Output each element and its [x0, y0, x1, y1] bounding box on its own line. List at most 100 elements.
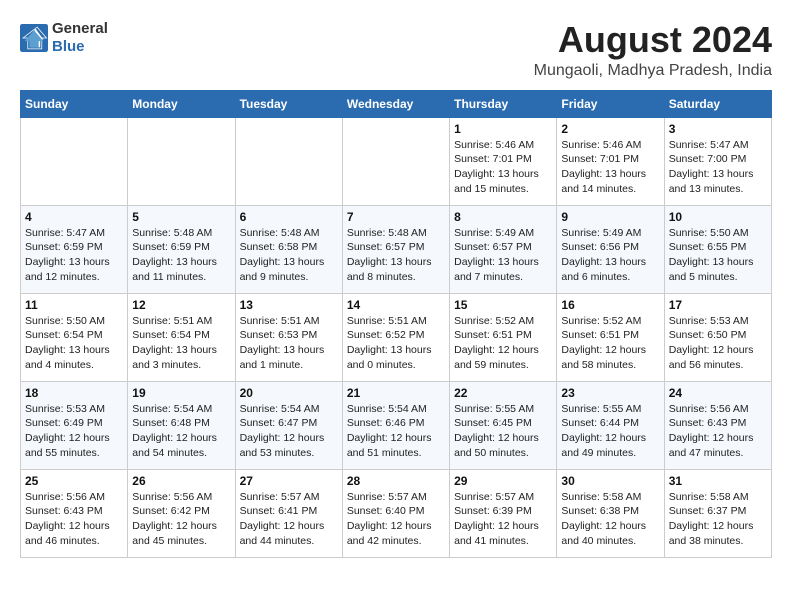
day-number: 8 — [454, 210, 552, 224]
calendar-cell: 10 Sunrise: 5:50 AM Sunset: 6:55 PM Dayli… — [664, 205, 771, 293]
day-info: Sunrise: 5:53 AM Sunset: 6:49 PM Dayligh… — [25, 402, 123, 461]
day-info: Sunrise: 5:48 AM Sunset: 6:59 PM Dayligh… — [132, 226, 230, 285]
day-number: 25 — [25, 474, 123, 488]
day-info: Sunrise: 5:49 AM Sunset: 6:56 PM Dayligh… — [561, 226, 659, 285]
calendar-cell: 6 Sunrise: 5:48 AM Sunset: 6:58 PM Daylig… — [235, 205, 342, 293]
calendar-cell: 22 Sunrise: 5:55 AM Sunset: 6:45 PM Dayli… — [450, 381, 557, 469]
day-number: 6 — [240, 210, 338, 224]
day-info: Sunrise: 5:47 AM Sunset: 7:00 PM Dayligh… — [669, 138, 767, 197]
day-number: 11 — [25, 298, 123, 312]
day-info: Sunrise: 5:51 AM Sunset: 6:54 PM Dayligh… — [132, 314, 230, 373]
day-info: Sunrise: 5:48 AM Sunset: 6:58 PM Dayligh… — [240, 226, 338, 285]
day-number: 28 — [347, 474, 445, 488]
day-number: 29 — [454, 474, 552, 488]
calendar-cell: 2 Sunrise: 5:46 AM Sunset: 7:01 PM Daylig… — [557, 117, 664, 205]
calendar-week-row: 1 Sunrise: 5:46 AM Sunset: 7:01 PM Daylig… — [21, 117, 772, 205]
calendar-cell: 1 Sunrise: 5:46 AM Sunset: 7:01 PM Daylig… — [450, 117, 557, 205]
day-info: Sunrise: 5:50 AM Sunset: 6:55 PM Dayligh… — [669, 226, 767, 285]
day-number: 10 — [669, 210, 767, 224]
day-number: 23 — [561, 386, 659, 400]
calendar-cell: 28 Sunrise: 5:57 AM Sunset: 6:40 PM Dayli… — [342, 469, 449, 557]
day-info: Sunrise: 5:57 AM Sunset: 6:39 PM Dayligh… — [454, 490, 552, 549]
calendar-cell: 16 Sunrise: 5:52 AM Sunset: 6:51 PM Dayli… — [557, 293, 664, 381]
calendar-cell: 3 Sunrise: 5:47 AM Sunset: 7:00 PM Daylig… — [664, 117, 771, 205]
calendar-cell: 18Sunrise: 5:53 AM Sunset: 6:49 PM Dayli… — [21, 381, 128, 469]
day-info: Sunrise: 5:50 AM Sunset: 6:54 PM Dayligh… — [25, 314, 123, 373]
calendar-cell: 24 Sunrise: 5:56 AM Sunset: 6:43 PM Dayli… — [664, 381, 771, 469]
calendar-cell: 30 Sunrise: 5:58 AM Sunset: 6:38 PM Dayli… — [557, 469, 664, 557]
calendar-cell — [128, 117, 235, 205]
calendar-cell: 13Sunrise: 5:51 AM Sunset: 6:53 PM Dayli… — [235, 293, 342, 381]
day-info: Sunrise: 5:56 AM Sunset: 6:43 PM Dayligh… — [25, 490, 123, 549]
calendar-cell: 27 Sunrise: 5:57 AM Sunset: 6:41 PM Dayli… — [235, 469, 342, 557]
day-number: 26 — [132, 474, 230, 488]
day-number: 16 — [561, 298, 659, 312]
day-number: 4 — [25, 210, 123, 224]
day-number: 1 — [454, 122, 552, 136]
calendar-cell: 23 Sunrise: 5:55 AM Sunset: 6:44 PM Dayli… — [557, 381, 664, 469]
logo-icon — [20, 24, 48, 52]
day-info: Sunrise: 5:58 AM Sunset: 6:37 PM Dayligh… — [669, 490, 767, 549]
day-info: Sunrise: 5:58 AM Sunset: 6:38 PM Dayligh… — [561, 490, 659, 549]
day-number: 27 — [240, 474, 338, 488]
calendar-week-row: 11 Sunrise: 5:50 AM Sunset: 6:54 PM Dayli… — [21, 293, 772, 381]
day-info: Sunrise: 5:46 AM Sunset: 7:01 PM Dayligh… — [561, 138, 659, 197]
weekday-header: Tuesday — [235, 90, 342, 117]
day-number: 2 — [561, 122, 659, 136]
calendar-cell: 8 Sunrise: 5:49 AM Sunset: 6:57 PM Daylig… — [450, 205, 557, 293]
weekday-header: Sunday — [21, 90, 128, 117]
calendar-week-row: 4Sunrise: 5:47 AM Sunset: 6:59 PM Daylig… — [21, 205, 772, 293]
day-info: Sunrise: 5:54 AM Sunset: 6:47 PM Dayligh… — [240, 402, 338, 461]
month-year: August 2024 — [534, 20, 772, 60]
day-info: Sunrise: 5:51 AM Sunset: 6:52 PM Dayligh… — [347, 314, 445, 373]
calendar-cell: 29 Sunrise: 5:57 AM Sunset: 6:39 PM Dayli… — [450, 469, 557, 557]
weekday-header: Wednesday — [342, 90, 449, 117]
calendar-cell: 12Sunrise: 5:51 AM Sunset: 6:54 PM Dayli… — [128, 293, 235, 381]
calendar-cell: 14 Sunrise: 5:51 AM Sunset: 6:52 PM Dayli… — [342, 293, 449, 381]
day-info: Sunrise: 5:55 AM Sunset: 6:45 PM Dayligh… — [454, 402, 552, 461]
day-number: 20 — [240, 386, 338, 400]
day-info: Sunrise: 5:53 AM Sunset: 6:50 PM Dayligh… — [669, 314, 767, 373]
day-info: Sunrise: 5:56 AM Sunset: 6:43 PM Dayligh… — [669, 402, 767, 461]
day-number: 19 — [132, 386, 230, 400]
calendar-cell: 15 Sunrise: 5:52 AM Sunset: 6:51 PM Dayli… — [450, 293, 557, 381]
day-info: Sunrise: 5:49 AM Sunset: 6:57 PM Dayligh… — [454, 226, 552, 285]
day-info: Sunrise: 5:55 AM Sunset: 6:44 PM Dayligh… — [561, 402, 659, 461]
calendar-cell: 5 Sunrise: 5:48 AM Sunset: 6:59 PM Daylig… — [128, 205, 235, 293]
day-number: 15 — [454, 298, 552, 312]
calendar-cell — [342, 117, 449, 205]
day-number: 14 — [347, 298, 445, 312]
day-number: 3 — [669, 122, 767, 136]
calendar-cell: 25 Sunrise: 5:56 AM Sunset: 6:43 PM Dayli… — [21, 469, 128, 557]
calendar-week-row: 25 Sunrise: 5:56 AM Sunset: 6:43 PM Dayli… — [21, 469, 772, 557]
day-info: Sunrise: 5:57 AM Sunset: 6:41 PM Dayligh… — [240, 490, 338, 549]
weekday-header: Thursday — [450, 90, 557, 117]
weekday-header: Friday — [557, 90, 664, 117]
logo: General Blue — [20, 20, 108, 56]
title-block: August 2024 Mungaoli, Madhya Pradesh, In… — [534, 20, 772, 80]
calendar-cell: 9 Sunrise: 5:49 AM Sunset: 6:56 PM Daylig… — [557, 205, 664, 293]
day-number: 22 — [454, 386, 552, 400]
day-number: 9 — [561, 210, 659, 224]
day-number: 24 — [669, 386, 767, 400]
day-info: Sunrise: 5:57 AM Sunset: 6:40 PM Dayligh… — [347, 490, 445, 549]
calendar-cell — [235, 117, 342, 205]
day-info: Sunrise: 5:54 AM Sunset: 6:48 PM Dayligh… — [132, 402, 230, 461]
calendar-cell: 21 Sunrise: 5:54 AM Sunset: 6:46 PM Dayli… — [342, 381, 449, 469]
day-number: 5 — [132, 210, 230, 224]
calendar-cell: 26Sunrise: 5:56 AM Sunset: 6:42 PM Dayli… — [128, 469, 235, 557]
calendar-cell: 20 Sunrise: 5:54 AM Sunset: 6:47 PM Dayli… — [235, 381, 342, 469]
day-info: Sunrise: 5:54 AM Sunset: 6:46 PM Dayligh… — [347, 402, 445, 461]
day-info: Sunrise: 5:52 AM Sunset: 6:51 PM Dayligh… — [454, 314, 552, 373]
calendar-cell: 4Sunrise: 5:47 AM Sunset: 6:59 PM Daylig… — [21, 205, 128, 293]
calendar-table: SundayMondayTuesdayWednesdayThursdayFrid… — [20, 90, 772, 558]
calendar-cell: 31Sunrise: 5:58 AM Sunset: 6:37 PM Dayli… — [664, 469, 771, 557]
weekday-header: Monday — [128, 90, 235, 117]
day-number: 30 — [561, 474, 659, 488]
day-info: Sunrise: 5:51 AM Sunset: 6:53 PM Dayligh… — [240, 314, 338, 373]
day-number: 17 — [669, 298, 767, 312]
day-info: Sunrise: 5:52 AM Sunset: 6:51 PM Dayligh… — [561, 314, 659, 373]
calendar-week-row: 18Sunrise: 5:53 AM Sunset: 6:49 PM Dayli… — [21, 381, 772, 469]
day-number: 21 — [347, 386, 445, 400]
day-info: Sunrise: 5:46 AM Sunset: 7:01 PM Dayligh… — [454, 138, 552, 197]
